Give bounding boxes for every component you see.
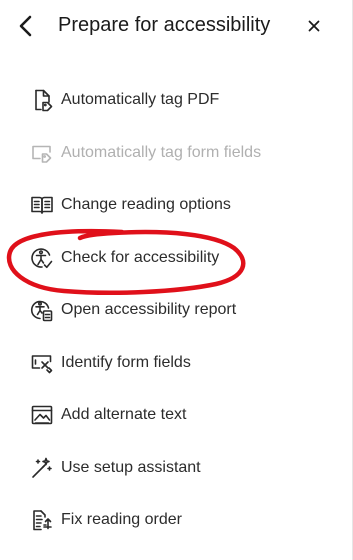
back-button[interactable] xyxy=(12,10,40,42)
menu-item-open-accessibility-report[interactable]: Open accessibility report xyxy=(0,284,353,337)
menu-item-label: Fix reading order xyxy=(61,511,182,529)
menu-item-label: Check for accessibility xyxy=(61,248,220,266)
panel-header: Prepare for accessibility xyxy=(0,0,353,52)
menu-item-change-reading-options[interactable]: Change reading options xyxy=(0,179,353,232)
close-button[interactable] xyxy=(302,14,326,38)
menu-item-label: Add alternate text xyxy=(61,406,187,424)
menu-item-fix-reading-order[interactable]: Fix reading order xyxy=(0,494,353,547)
accessibility-check-icon xyxy=(29,245,55,271)
menu-item-auto-tag-form-fields[interactable]: Automatically tag form fields xyxy=(0,127,353,180)
chevron-left-icon xyxy=(19,15,32,37)
magic-wand-icon xyxy=(29,455,55,481)
reading-order-icon xyxy=(29,507,55,533)
menu-item-label: Automatically tag PDF xyxy=(61,91,220,109)
menu-item-label: Automatically tag form fields xyxy=(61,143,262,161)
menu-item-identify-form-fields[interactable]: Identify form fields xyxy=(0,337,353,390)
menu-item-check-accessibility[interactable]: Check for accessibility xyxy=(0,232,353,285)
form-identify-icon xyxy=(29,350,55,376)
menu-item-label: Use setup assistant xyxy=(61,458,201,476)
form-tag-icon xyxy=(29,140,55,166)
menu-item-label: Identify form fields xyxy=(61,353,191,371)
document-tag-icon xyxy=(29,87,55,113)
menu-item-auto-tag-pdf[interactable]: Automatically tag PDF xyxy=(0,74,353,127)
accessibility-panel: Prepare for accessibility Automatically … xyxy=(0,0,353,560)
accessibility-report-icon xyxy=(29,297,55,323)
panel-title: Prepare for accessibility xyxy=(58,14,271,36)
book-open-icon xyxy=(29,192,55,218)
tool-menu: Automatically tag PDF Automatically tag … xyxy=(0,74,353,547)
menu-item-label: Open accessibility report xyxy=(61,301,237,319)
menu-item-add-alternate-text[interactable]: Add alternate text xyxy=(0,389,353,442)
close-icon xyxy=(308,20,320,32)
menu-item-label: Change reading options xyxy=(61,196,231,214)
menu-item-use-setup-assistant[interactable]: Use setup assistant xyxy=(0,442,353,495)
image-alt-text-icon xyxy=(29,402,55,428)
